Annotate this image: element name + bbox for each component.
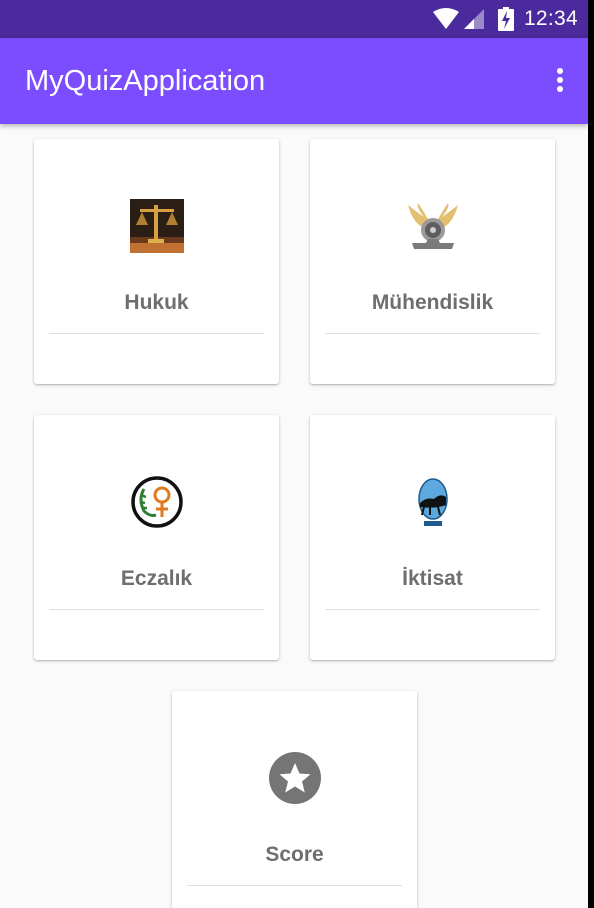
card-divider [325, 609, 540, 610]
status-icons: 12:34 [432, 0, 578, 38]
star-icon [269, 752, 321, 804]
category-label: İktisat [402, 567, 463, 590]
category-label: Hukuk [124, 291, 189, 314]
category-card-hukuk[interactable]: Hukuk [34, 139, 279, 384]
cell-signal-icon [463, 9, 484, 29]
pharmacy-caduceus-icon [130, 475, 184, 529]
category-label: Eczalık [120, 567, 193, 590]
scales-of-justice-icon [130, 199, 184, 253]
wifi-icon [432, 8, 459, 29]
app-title: MyQuizApplication [25, 65, 266, 97]
overflow-menu-button[interactable] [548, 65, 572, 97]
status-bar: 12:34 [0, 0, 588, 38]
category-card-eczalik[interactable]: Eczalık [34, 415, 279, 660]
card-divider [49, 609, 264, 610]
overflow-menu-icon [557, 68, 563, 74]
card-divider [325, 333, 540, 334]
card-divider [187, 885, 402, 886]
status-clock: 12:34 [523, 7, 578, 30]
engineering-gear-icon [406, 199, 460, 253]
category-label: Mühendislik [371, 291, 494, 314]
battery-charging-icon [497, 7, 514, 31]
score-label: Score [265, 843, 324, 866]
score-card[interactable]: Score [172, 691, 417, 908]
category-card-muhendislik[interactable]: Mühendislik [310, 139, 555, 384]
app-bar: MyQuizApplication [0, 38, 588, 124]
quiz-home-screen: 12:34 MyQuizApplication Hukuk Mühendisli… [0, 0, 588, 908]
category-card-iktisat[interactable]: İktisat [310, 415, 555, 660]
economics-emblem-icon [406, 475, 460, 529]
card-divider [49, 333, 264, 334]
